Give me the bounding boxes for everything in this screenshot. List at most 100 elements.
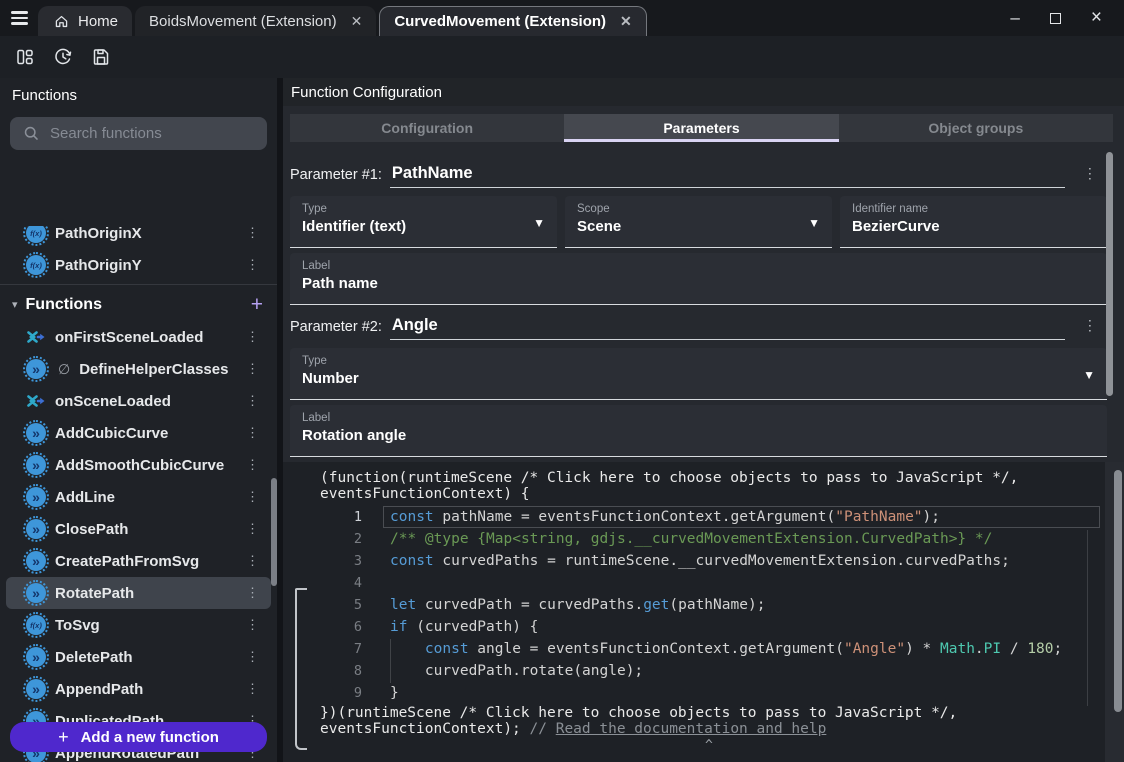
close-button[interactable]: ×	[1091, 0, 1102, 36]
maximize-button[interactable]	[1050, 13, 1061, 24]
sidebar-item-onFirstSceneLoaded[interactable]: onFirstSceneLoaded⋮	[6, 321, 271, 353]
code-line-5[interactable]: 5 let curvedPath = curvedPaths.get(pathNa…	[312, 594, 1107, 616]
code-line-2[interactable]: 2/** @type {Map<string, gdjs.__curvedMov…	[312, 528, 1107, 550]
parameter-1-menu-icon[interactable]: ⋮	[1083, 165, 1097, 188]
collapse-caret-icon[interactable]: ^	[705, 738, 713, 753]
action-function-icon: »	[26, 455, 46, 475]
item-menu-icon[interactable]: ⋮	[246, 521, 259, 537]
sidebar-item-AddCubicCurve[interactable]: »AddCubicCurve⋮	[6, 417, 271, 449]
sidebar-item-PathOriginX[interactable]: f(x)PathOriginX⋮	[6, 226, 271, 249]
functions-group-header[interactable]: ▾ Functions +	[0, 288, 277, 321]
tab-curvedmovement[interactable]: CurvedMovement (Extension) ✕	[379, 6, 646, 36]
tab-home[interactable]: Home	[38, 6, 132, 36]
list-divider	[0, 284, 277, 285]
history-icon[interactable]	[50, 44, 76, 70]
collapse-triangle-icon[interactable]: ▾	[12, 298, 18, 311]
home-icon	[52, 12, 70, 30]
code-scrollbar-track[interactable]	[1105, 462, 1124, 762]
line-number: 1	[312, 509, 362, 525]
code-text: const pathName = eventsFunctionContext.g…	[390, 509, 940, 525]
tab-boidsmovement-label: BoidsMovement (Extension)	[149, 13, 337, 30]
parameter-1-type-select[interactable]: Type Identifier (text) ▼	[290, 196, 557, 248]
documentation-link[interactable]: Read the documentation and help	[556, 721, 827, 737]
item-menu-icon[interactable]: ⋮	[246, 329, 259, 345]
parameter-2-type-select[interactable]: Type Number ▼	[290, 348, 1107, 400]
item-menu-icon[interactable]: ⋮	[246, 585, 259, 601]
parameter-2-label-input[interactable]: Label Rotation angle	[290, 405, 1107, 457]
item-menu-icon[interactable]: ⋮	[246, 489, 259, 505]
code-lines[interactable]: 1 const pathName = eventsFunctionContext.…	[312, 506, 1107, 704]
item-menu-icon[interactable]: ⋮	[246, 617, 259, 633]
window-controls: – ×	[1010, 0, 1124, 36]
add-function-plus-icon[interactable]: +	[251, 293, 263, 317]
tab-close-icon[interactable]: ✕	[351, 13, 363, 30]
save-icon[interactable]	[88, 44, 114, 70]
parameter-1-name-input[interactable]: PathName	[390, 164, 1065, 188]
code-line-1[interactable]: 1 const pathName = eventsFunctionContext.…	[312, 506, 1107, 528]
action-function-icon: »	[26, 551, 46, 571]
sidebar-item-DeletePath[interactable]: »DeletePath⋮	[6, 641, 271, 673]
action-function-icon: »	[26, 519, 46, 539]
functions-sidebar: Functions Search functions f(x)PathOrigi…	[0, 78, 277, 762]
tab-configuration[interactable]: Configuration	[290, 114, 564, 142]
sidebar-item-onSceneLoaded[interactable]: onSceneLoaded⋮	[6, 385, 271, 417]
code-line-3[interactable]: 3const curvedPaths = runtimeScene.__curv…	[312, 550, 1107, 572]
item-menu-icon[interactable]: ⋮	[246, 681, 259, 697]
code-line-6[interactable]: 6if (curvedPath) {	[312, 616, 1107, 638]
toolbar-left	[0, 44, 114, 70]
code-line-7[interactable]: 7 const angle = eventsFunctionContext.ge…	[312, 638, 1107, 660]
item-menu-icon[interactable]: ⋮	[246, 226, 259, 241]
search-functions-input[interactable]: Search functions	[10, 117, 267, 150]
item-menu-icon[interactable]: ⋮	[246, 457, 259, 473]
code-scrollbar-thumb[interactable]	[1114, 470, 1122, 712]
tab-close-icon[interactable]: ✕	[620, 13, 632, 30]
sidebar-item-DefineHelperClasses[interactable]: »∅DefineHelperClasses⋮	[6, 353, 271, 385]
action-function-icon: »	[26, 423, 46, 443]
sidebar-item-ClosePath[interactable]: »ClosePath⋮	[6, 513, 271, 545]
sidebar-item-label: DeletePath	[55, 649, 133, 666]
parameter-1-identifier-input[interactable]: Identifier name BezierCurve	[840, 196, 1107, 248]
code-line-8[interactable]: 8 curvedPath.rotate(angle);	[312, 660, 1107, 682]
code-line-9[interactable]: 9}	[312, 682, 1107, 704]
tab-object-groups[interactable]: Object groups	[839, 114, 1113, 142]
tab-parameters[interactable]: Parameters	[564, 114, 838, 142]
sidebar-item-AddLine[interactable]: »AddLine⋮	[6, 481, 271, 513]
parameter-1-label-input[interactable]: Label Path name	[290, 253, 1107, 305]
sidebar-item-label: PathOriginX	[55, 226, 142, 242]
project-manager-icon[interactable]	[12, 44, 38, 70]
minimize-button[interactable]: –	[1010, 0, 1019, 36]
parameter-2-menu-icon[interactable]: ⋮	[1083, 317, 1097, 340]
main-menu-button[interactable]	[0, 0, 38, 36]
code-line-4[interactable]: 4	[312, 572, 1107, 594]
parameter-1-index: Parameter #1:	[290, 167, 382, 188]
tab-home-label: Home	[78, 13, 118, 30]
expression-function-icon: f(x)	[26, 615, 46, 635]
parameter-1-scope-select[interactable]: Scope Scene ▼	[565, 196, 832, 248]
sidebar-item-PathOriginY[interactable]: f(x)PathOriginY⋮	[6, 249, 271, 281]
item-menu-icon[interactable]: ⋮	[246, 393, 259, 409]
item-menu-icon[interactable]: ⋮	[246, 361, 259, 377]
line-number: 6	[312, 619, 362, 635]
line-number: 5	[312, 597, 362, 613]
configuration-tabs: Configuration Parameters Object groups	[290, 114, 1113, 142]
item-menu-icon[interactable]: ⋮	[246, 425, 259, 441]
item-menu-icon[interactable]: ⋮	[246, 649, 259, 665]
expression-function-icon: f(x)	[26, 255, 46, 275]
parameter-2-header: Parameter #2: Angle ⋮	[290, 310, 1097, 340]
add-new-function-button[interactable]: + Add a new function	[10, 722, 267, 752]
tab-boidsmovement[interactable]: BoidsMovement (Extension) ✕	[135, 6, 376, 36]
parameter-2-name-input[interactable]: Angle	[390, 316, 1065, 340]
code-text: let curvedPath = curvedPaths.get(pathNam…	[390, 597, 765, 613]
sidebar-item-AppendPath[interactable]: »AppendPath⋮	[6, 673, 271, 705]
sidebar-item-CreatePathFromSvg[interactable]: »CreatePathFromSvg⋮	[6, 545, 271, 577]
sidebar-item-RotatePath[interactable]: »RotatePath⋮	[6, 577, 271, 609]
code-text: const curvedPaths = runtimeScene.__curve…	[390, 553, 1010, 569]
parameters-scrollbar[interactable]	[1106, 152, 1113, 396]
javascript-code-editor[interactable]: (function(runtimeScene /* Click here to …	[283, 462, 1124, 762]
item-menu-icon[interactable]: ⋮	[246, 257, 259, 273]
item-menu-icon[interactable]: ⋮	[246, 553, 259, 569]
sidebar-item-ToSvg[interactable]: f(x)ToSvg⋮	[6, 609, 271, 641]
group-label: Functions	[26, 296, 102, 314]
code-wrapper-header[interactable]: (function(runtimeScene /* Click here to …	[320, 470, 1018, 502]
sidebar-item-AddSmoothCubicCurve[interactable]: »AddSmoothCubicCurve⋮	[6, 449, 271, 481]
